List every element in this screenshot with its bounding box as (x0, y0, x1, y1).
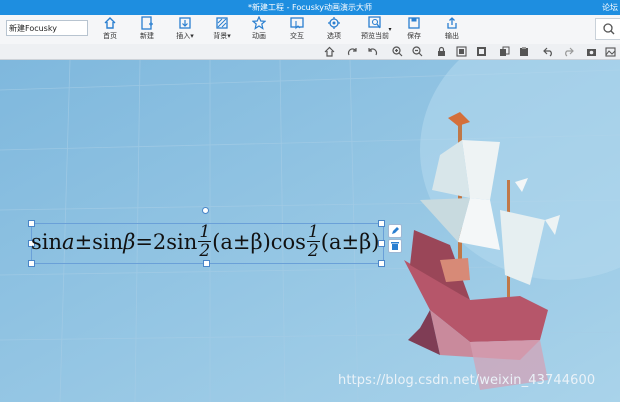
redo-icon[interactable] (563, 46, 574, 57)
home-button[interactable]: 首页 (93, 16, 127, 44)
background-button[interactable]: 背景▾ (205, 16, 239, 44)
rotate-right-icon[interactable] (347, 46, 358, 57)
layer-down-icon[interactable] (476, 46, 487, 57)
fraction-half: 12 (198, 222, 212, 261)
rotate-left-icon[interactable] (367, 46, 378, 57)
save-button[interactable]: 保存 (397, 16, 431, 44)
formula-text: (a±β)cos (212, 230, 306, 254)
forum-link[interactable]: 论坛 (602, 0, 618, 15)
search-box[interactable] (595, 18, 620, 40)
preview-icon (368, 16, 381, 29)
insert-label: 插入▾ (176, 32, 194, 40)
interaction-button[interactable]: 交互 (280, 16, 314, 44)
options-gear-icon (328, 17, 340, 29)
ribbon-toolbar: 新建Focusky 首页 新建 插入▾ 背景▾ 动画 交互 选项 预览当前 ▾ … (0, 15, 620, 45)
formula-text: (a±β) (320, 230, 380, 254)
insert-button[interactable]: 插入▾ (168, 16, 202, 44)
editing-canvas[interactable]: sina±sinβ=2sin 1 2 (a±β)cos 1 2 (a±β) https://… (0, 60, 620, 402)
zoom-out-icon[interactable] (412, 46, 423, 57)
paste-icon[interactable] (519, 46, 530, 57)
rotate-handle[interactable] (202, 207, 209, 214)
title-bar: *新建工程 - Focusky动画演示大师 论坛 (0, 0, 620, 15)
image-icon[interactable] (605, 46, 616, 57)
home-view-icon[interactable] (324, 46, 335, 57)
fraction-numerator: 1 (306, 222, 320, 242)
delete-formula-button[interactable] (388, 239, 402, 253)
edit-formula-button[interactable] (388, 224, 402, 238)
fraction-half: 12 (306, 222, 320, 261)
export-button[interactable]: 输出 (435, 16, 469, 44)
background-icon (216, 17, 228, 29)
new-button[interactable]: 新建 (130, 16, 164, 44)
options-label: 选项 (327, 32, 341, 40)
animation-button[interactable]: 动画 (242, 16, 276, 44)
home-label: 首页 (103, 32, 117, 40)
project-name-field[interactable]: 新建Focusky (6, 20, 88, 36)
chevron-down-icon: ▾ (388, 26, 392, 33)
options-button[interactable]: 选项 (317, 16, 351, 44)
watermark-text: https://blog.csdn.net/weixin_43744600 (338, 373, 596, 388)
formula-text: =2sin (135, 230, 198, 254)
home-icon (104, 17, 116, 29)
pencil-icon (392, 227, 399, 234)
background-label: 背景▾ (213, 32, 231, 40)
star-animation-icon (252, 16, 266, 30)
new-file-icon (141, 16, 153, 30)
zoom-in-icon[interactable] (392, 46, 403, 57)
save-label: 保存 (407, 32, 421, 40)
layer-up-icon[interactable] (456, 46, 467, 57)
window-title: *新建工程 - Focusky动画演示大师 (248, 3, 372, 12)
search-icon (603, 23, 615, 35)
save-icon (408, 17, 420, 29)
math-formula[interactable]: sina±sinβ=2sin 1 2 (a±β)cos 1 2 (a±β) (31, 221, 379, 263)
formula-text: ±sin (74, 230, 124, 254)
undo-icon[interactable] (543, 46, 554, 57)
fraction-denominator: 2 (307, 241, 319, 261)
copy-icon[interactable] (499, 46, 510, 57)
formula-text: sin (31, 230, 63, 254)
fraction-denominator: 2 (199, 241, 211, 261)
insert-icon (179, 17, 191, 29)
formula-text: β (123, 230, 136, 254)
fraction-numerator: 1 (198, 222, 212, 242)
canvas-toolbar (0, 44, 620, 60)
lock-icon[interactable] (436, 46, 447, 57)
trash-icon (391, 242, 399, 250)
animation-label: 动画 (252, 32, 266, 40)
new-label: 新建 (140, 32, 154, 40)
export-icon (447, 17, 457, 29)
interaction-icon (290, 17, 304, 30)
interaction-label: 交互 (290, 32, 304, 40)
camera-icon[interactable] (586, 46, 597, 57)
export-label: 输出 (445, 32, 459, 40)
formula-text: a (62, 230, 75, 254)
